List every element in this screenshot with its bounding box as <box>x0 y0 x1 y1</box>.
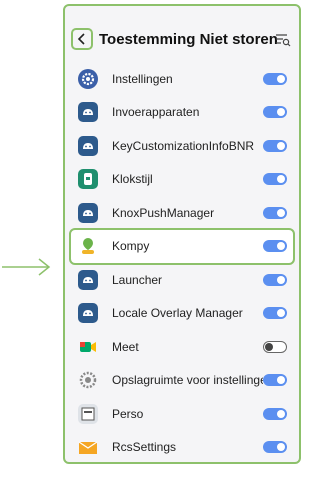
list-item-label: KeyCustomizationInfoBNR <box>112 138 255 153</box>
toggle-knob <box>277 409 285 418</box>
list-item[interactable]: Invoerapparaten <box>71 96 293 130</box>
list-item-label: Meet <box>112 339 139 354</box>
dnd-toggle[interactable] <box>263 206 287 219</box>
page-title: Toestemming Niet storen <box>99 31 278 48</box>
dnd-toggle[interactable] <box>263 441 287 454</box>
list-item-label: KnoxPushManager <box>112 205 215 220</box>
dnd-toggle[interactable] <box>263 173 287 186</box>
dnd-toggle[interactable] <box>263 340 287 353</box>
list-item[interactable]: Meet <box>71 330 293 364</box>
toggle-knob <box>277 175 285 184</box>
phone-screen: Toestemming Niet storen Instellingen Invo… <box>63 4 301 464</box>
storage-gear-icon <box>78 370 98 390</box>
toggle-knob <box>277 443 285 452</box>
toggle-knob <box>277 108 285 117</box>
meet-camera-icon <box>78 337 98 357</box>
list-item-label: Invoerapparaten <box>112 105 200 120</box>
toggle-knob <box>277 376 285 385</box>
chevron-left-icon <box>77 33 85 45</box>
android-robot-icon <box>78 202 98 223</box>
app-bar: Toestemming Niet storen <box>65 20 299 60</box>
pointer-arrow-icon <box>2 258 51 276</box>
toggle-knob <box>265 342 273 351</box>
list-item-label: Instellingen <box>112 71 173 86</box>
list-item-label: Perso <box>112 406 144 421</box>
dnd-toggle[interactable] <box>263 72 287 85</box>
dnd-toggle[interactable] <box>263 106 287 119</box>
kompy-location-icon <box>78 236 98 256</box>
toggle-knob <box>277 309 285 318</box>
list-item[interactable]: Perso <box>71 397 293 431</box>
toggle-knob <box>277 208 285 217</box>
app-list: Instellingen Invoerapparaten KeyCustomizat… <box>69 62 295 463</box>
list-item[interactable]: Kompy <box>69 227 295 265</box>
list-item-label: Locale Overlay Manager <box>112 306 243 321</box>
android-robot-icon <box>78 269 98 290</box>
settings-gear-icon <box>78 68 98 89</box>
list-item-label: Launcher <box>112 272 163 287</box>
dnd-toggle[interactable] <box>263 307 287 320</box>
dnd-toggle[interactable] <box>263 240 287 253</box>
list-item-label: Kompy <box>112 239 150 254</box>
toggle-knob <box>277 141 285 150</box>
list-item[interactable]: Klokstijl <box>71 163 293 197</box>
dnd-toggle[interactable] <box>263 273 287 286</box>
list-item[interactable]: RcsSettings <box>71 431 293 463</box>
clock-style-icon <box>78 169 98 190</box>
list-item-label: Opslagruimte voor instellingen <box>112 373 263 388</box>
perso-card-icon <box>78 403 98 424</box>
list-item[interactable]: Instellingen <box>71 62 293 96</box>
android-robot-icon <box>78 303 98 324</box>
toggle-knob <box>277 74 285 83</box>
dnd-toggle[interactable] <box>263 374 287 387</box>
list-item[interactable]: KeyCustomizationInfoBNR <box>71 129 293 163</box>
list-item[interactable]: Locale Overlay Manager <box>71 297 293 331</box>
dnd-toggle[interactable] <box>263 407 287 420</box>
envelope-icon <box>78 437 98 457</box>
list-item[interactable]: Launcher <box>71 263 293 297</box>
list-item[interactable]: KnoxPushManager <box>71 196 293 230</box>
toggle-knob <box>277 275 285 284</box>
android-robot-icon <box>78 135 98 156</box>
list-item-label: RcsSettings <box>112 440 177 455</box>
android-robot-icon <box>78 102 98 123</box>
toggle-knob <box>277 242 285 251</box>
search-list-icon[interactable] <box>275 33 291 47</box>
back-button[interactable] <box>71 28 93 50</box>
list-item[interactable]: Opslagruimte voor instellingen <box>71 364 293 398</box>
dnd-toggle[interactable] <box>263 139 287 152</box>
list-item-label: Klokstijl <box>112 172 153 187</box>
